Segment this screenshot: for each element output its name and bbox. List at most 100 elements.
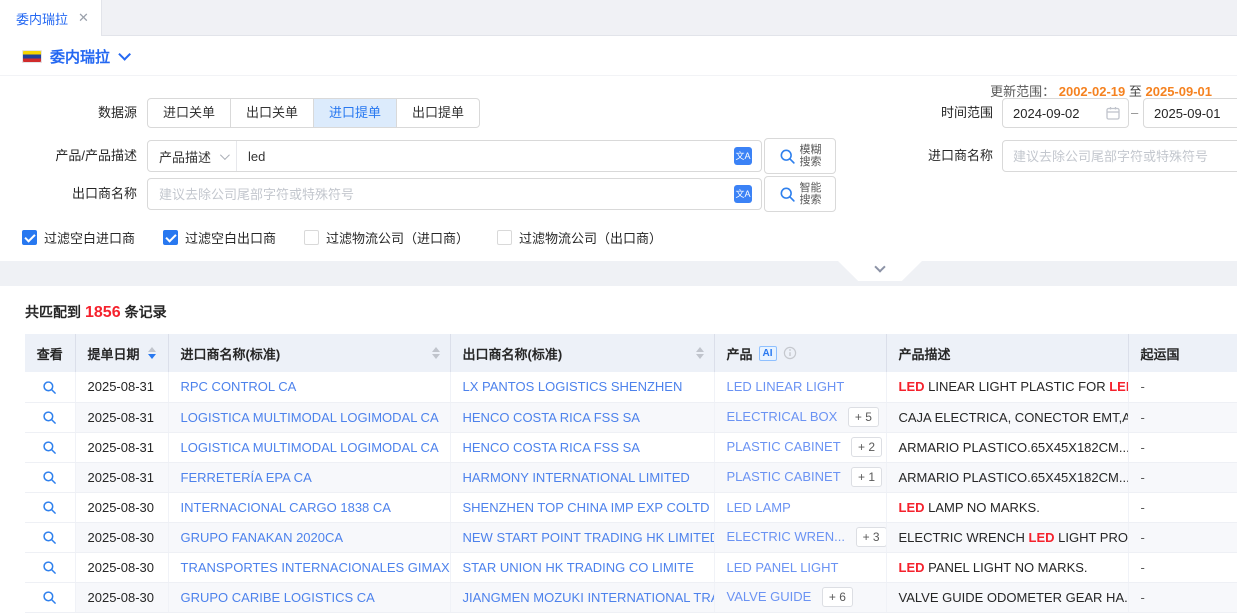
column-description: 产品描述 <box>886 334 1128 372</box>
view-record-icon[interactable] <box>42 380 57 395</box>
more-products-badge[interactable]: + 1 <box>851 467 882 487</box>
product-link[interactable]: ELECTRICAL BOX <box>727 409 838 424</box>
view-record-icon[interactable] <box>42 470 57 485</box>
view-record-icon[interactable] <box>42 440 57 455</box>
records-table: 查看 提单日期 进口商名称(标准) <box>25 334 1237 613</box>
exporter-link[interactable]: NEW START POINT TRADING HK LIMITED <box>463 530 715 545</box>
importer-link[interactable]: LOGISTICA MULTIMODAL LOGIMODAL CA <box>181 440 439 455</box>
data-source-tabs: 进口关单出口关单进口提单出口提单 <box>147 98 480 128</box>
chevron-down-icon[interactable] <box>118 48 131 61</box>
tab-venezuela[interactable]: 委内瑞拉 ✕ <box>0 0 102 36</box>
product-link[interactable]: PLASTIC CABINET <box>727 469 841 484</box>
exporter-link[interactable]: SHENZHEN TOP CHINA IMP EXP COLTD <box>463 500 710 515</box>
view-cell <box>25 372 75 402</box>
importer-link[interactable]: FERRETERÍA EPA CA <box>181 470 312 485</box>
translate-icon[interactable]: 文A <box>734 147 752 165</box>
view-record-icon[interactable] <box>42 530 57 545</box>
table-body: 2025-08-31 RPC CONTROL CA LX PANTOS LOGI… <box>25 372 1237 612</box>
more-products-badge[interactable]: + 2 <box>851 437 882 457</box>
bl-date-cell: 2025-08-31 <box>75 372 168 402</box>
data-source-tab[interactable]: 进口关单 <box>147 98 231 128</box>
checkbox-label: 过滤空白进口商 <box>44 228 135 247</box>
sort-control[interactable] <box>696 347 704 359</box>
end-date-value: 2025-09-01 <box>1154 106 1221 121</box>
importer-link[interactable]: GRUPO CARIBE LOGISTICS CA <box>181 590 375 605</box>
filter-checkbox[interactable]: 过滤物流公司（出口商） <box>497 228 662 247</box>
info-icon[interactable] <box>783 346 797 360</box>
data-source-tab[interactable]: 进口提单 <box>313 98 397 128</box>
bl-date-cell: 2025-08-30 <box>75 582 168 612</box>
ai-badge: AI <box>759 346 777 361</box>
exporter-name-input[interactable] <box>148 179 734 209</box>
filter-checkbox[interactable]: 过滤空白出口商 <box>163 228 276 247</box>
end-date-input[interactable]: 2025-09-01 <box>1143 98 1237 128</box>
exporter-link[interactable]: STAR UNION HK TRADING CO LIMITE <box>463 560 694 575</box>
column-importer: 进口商名称(标准) <box>168 334 450 372</box>
exporter-link[interactable]: JIANGMEN MOZUKI INTERNATIONAL TRADE <box>463 590 715 605</box>
sort-control[interactable] <box>432 347 440 359</box>
data-source-tab[interactable]: 出口关单 <box>230 98 314 128</box>
smart-search-button[interactable]: 智能 搜索 <box>764 176 836 212</box>
view-record-icon[interactable] <box>42 590 57 605</box>
close-icon[interactable]: ✕ <box>78 10 89 26</box>
importer-link[interactable]: INTERNACIONAL CARGO 1838 CA <box>181 500 391 515</box>
importer-link[interactable]: RPC CONTROL CA <box>181 379 297 394</box>
data-source-tab[interactable]: 出口提单 <box>396 98 480 128</box>
search-icon <box>779 148 796 165</box>
product-type-select[interactable]: 产品描述 <box>148 141 237 171</box>
country-selector-label[interactable]: 委内瑞拉 <box>50 46 110 67</box>
more-products-badge[interactable]: + 5 <box>848 407 879 427</box>
exporter-link[interactable]: LX PANTOS LOGISTICS SHENZHEN <box>463 379 683 394</box>
exporter-link[interactable]: HARMONY INTERNATIONAL LIMITED <box>463 470 690 485</box>
bl-date-cell: 2025-08-30 <box>75 492 168 522</box>
more-products-badge[interactable]: + 6 <box>822 587 853 607</box>
product-input[interactable] <box>237 141 734 171</box>
importer-cell: GRUPO FANAKAN 2020CA <box>168 522 450 552</box>
collapse-band <box>0 261 1237 286</box>
checkbox-icon[interactable] <box>163 230 178 245</box>
more-products-badge[interactable]: + 3 <box>856 527 886 547</box>
checkbox-icon[interactable] <box>497 230 512 245</box>
column-origin: 起运国 <box>1128 334 1237 372</box>
filter-checkbox[interactable]: 过滤物流公司（进口商） <box>304 228 469 247</box>
checkbox-icon[interactable] <box>304 230 319 245</box>
app-window: 委内瑞拉 ✕ 委内瑞拉 更新范围： 2002-02-19 至 2025-09-0… <box>0 0 1237 613</box>
importer-link[interactable]: TRANSPORTES INTERNACIONALES GIMAX D <box>181 560 451 575</box>
column-exporter: 出口商名称(标准) <box>450 334 714 372</box>
sort-control[interactable] <box>148 347 156 359</box>
importer-cell: TRANSPORTES INTERNACIONALES GIMAX D <box>168 552 450 582</box>
column-date: 提单日期 <box>75 334 168 372</box>
importer-name-input[interactable] <box>1002 140 1237 172</box>
update-range-end: 2025-09-01 <box>1146 84 1213 99</box>
translate-icon[interactable]: 文A <box>734 185 752 203</box>
exporter-cell: STAR UNION HK TRADING CO LIMITE <box>450 552 714 582</box>
importer-link[interactable]: LOGISTICA MULTIMODAL LOGIMODAL CA <box>181 410 439 425</box>
checkbox-icon[interactable] <box>22 230 37 245</box>
filter-checkbox[interactable]: 过滤空白进口商 <box>22 228 135 247</box>
product-cell: LED LINEAR LIGHT <box>714 372 886 402</box>
exporter-link[interactable]: HENCO COSTA RICA FSS SA <box>463 410 640 425</box>
product-link[interactable]: LED LAMP <box>727 500 791 515</box>
fuzzy-search-button[interactable]: 模糊 搜索 <box>764 138 836 174</box>
origin-country-cell: - <box>1128 432 1237 462</box>
product-link[interactable]: LED PANEL LIGHT <box>727 560 839 575</box>
importer-link[interactable]: GRUPO FANAKAN 2020CA <box>181 530 344 545</box>
view-cell <box>25 492 75 522</box>
product-link[interactable]: ELECTRIC WREN... <box>727 529 845 544</box>
start-date-input[interactable]: 2024-09-02 <box>1002 98 1129 128</box>
calendar-icon[interactable] <box>1106 106 1120 120</box>
view-record-icon[interactable] <box>42 500 57 515</box>
product-link[interactable]: VALVE GUIDE <box>727 589 812 604</box>
view-record-icon[interactable] <box>42 560 57 575</box>
exporter-cell: SHENZHEN TOP CHINA IMP EXP COLTD <box>450 492 714 522</box>
product-link[interactable]: LED LINEAR LIGHT <box>727 379 845 394</box>
product-link[interactable]: PLASTIC CABINET <box>727 439 841 454</box>
date-range-separator: – <box>1131 98 1138 128</box>
exporter-search-group: 文A <box>147 178 762 210</box>
collapse-panel-toggle[interactable] <box>838 261 922 281</box>
match-count: 1856 <box>85 304 121 321</box>
view-record-icon[interactable] <box>42 410 57 425</box>
origin-country-cell: - <box>1128 492 1237 522</box>
update-range-label: 更新范围： <box>990 84 1055 99</box>
exporter-link[interactable]: HENCO COSTA RICA FSS SA <box>463 440 640 455</box>
